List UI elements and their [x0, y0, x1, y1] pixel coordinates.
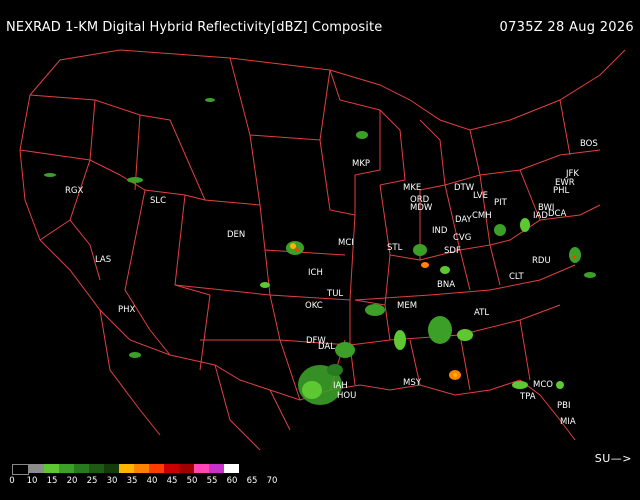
city-label: MCI — [338, 238, 354, 248]
legend-swatch — [44, 464, 59, 473]
radar-map[interactable]: RGX SLC LAS PHX DEN ICH MCI OKC TUL DFW … — [0, 40, 640, 460]
city-label: MCO — [533, 380, 553, 390]
radar-echoes — [44, 98, 596, 405]
loop-forward-button[interactable]: SU—> — [595, 452, 632, 465]
city-label: MSY — [403, 378, 422, 388]
legend-label: 50 — [186, 476, 198, 486]
legend-swatch — [59, 464, 74, 473]
legend-swatch — [119, 464, 134, 473]
legend-label: 10 — [26, 476, 38, 486]
legend-label: 25 — [86, 476, 98, 486]
city-label: DEN — [227, 230, 245, 240]
legend-label: 60 — [226, 476, 238, 486]
legend-label: 0 — [9, 476, 15, 486]
legend-swatch — [194, 464, 209, 473]
city-label: PHX — [118, 305, 136, 315]
legend-swatch — [29, 464, 44, 473]
city-label: IND — [432, 226, 448, 236]
city-label: MIA — [560, 417, 576, 427]
legend-color-bar — [12, 464, 239, 475]
legend-swatch — [149, 464, 164, 473]
legend-swatch — [89, 464, 104, 473]
legend-label: 35 — [126, 476, 138, 486]
city-label: DAY — [455, 215, 473, 225]
city-label: OKC — [305, 301, 323, 311]
legend-swatch — [179, 464, 194, 473]
city-label: ICH — [308, 268, 323, 278]
city-label: STL — [387, 243, 403, 253]
city-label: TUL — [326, 289, 343, 299]
city-label: DCA — [548, 209, 566, 219]
city-label: MKP — [352, 159, 370, 169]
timestamp: 0735Z 28 Aug 2026 — [499, 20, 634, 35]
city-label: MEM — [397, 301, 417, 311]
city-label: PHL — [553, 186, 570, 196]
city-label: BNA — [437, 280, 455, 290]
legend-label: 20 — [66, 476, 78, 486]
city-label: SLC — [150, 196, 166, 206]
map-title: NEXRAD 1-KM Digital Hybrid Reflectivity[… — [6, 20, 383, 35]
legend-swatch — [164, 464, 179, 473]
map-canvas: RGX SLC LAS PHX DEN ICH MCI OKC TUL DFW … — [19, 49, 626, 451]
legend-swatch — [12, 464, 29, 475]
legend-label: 55 — [206, 476, 218, 486]
legend-label: 40 — [146, 476, 158, 486]
city-label: BOS — [580, 139, 598, 149]
city-label: DTW — [454, 183, 475, 193]
city-label: ATL — [474, 308, 489, 318]
city-label: HOU — [337, 391, 356, 401]
city-label: CMH — [472, 211, 492, 221]
city-label: IAD — [533, 211, 548, 221]
header: NEXRAD 1-KM Digital Hybrid Reflectivity[… — [0, 0, 640, 40]
legend-swatch — [224, 464, 239, 473]
city-label: SDF — [444, 246, 461, 256]
city-label: MDW — [410, 203, 433, 213]
city-label: RDU — [532, 256, 551, 266]
reflectivity-legend: 0 10 15 20 25 30 35 40 45 50 55 60 65 70 SU—> — [0, 452, 640, 500]
legend-swatch — [134, 464, 149, 473]
city-label: DAL — [318, 342, 335, 352]
legend-swatch — [209, 464, 224, 473]
legend-label: 70 — [266, 476, 278, 486]
city-label: IAH — [333, 381, 348, 391]
city-label: PBI — [557, 401, 570, 411]
city-label: PIT — [494, 198, 508, 208]
legend-label: 30 — [106, 476, 118, 486]
legend-label: 15 — [46, 476, 58, 486]
legend-scale-labels: 0 10 15 20 25 30 35 40 45 50 55 60 65 70 — [0, 476, 640, 490]
legend-swatch — [104, 464, 119, 473]
city-label: CVG — [453, 233, 471, 243]
city-label: TPA — [519, 392, 536, 402]
city-label: RGX — [65, 186, 83, 196]
city-label: LAS — [95, 255, 111, 265]
legend-swatch — [74, 464, 89, 473]
legend-label: 65 — [246, 476, 258, 486]
city-label: CLT — [509, 272, 525, 282]
city-label: MKE — [403, 183, 421, 193]
legend-label: 45 — [166, 476, 178, 486]
city-label: LVE — [473, 191, 488, 201]
